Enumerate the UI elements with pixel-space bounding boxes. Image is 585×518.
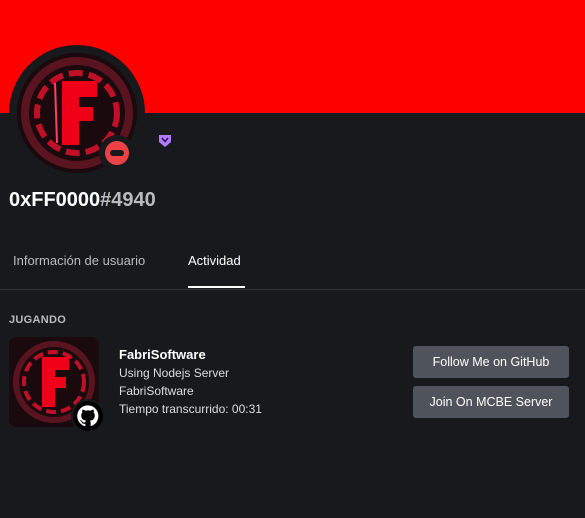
activity-state: FabriSoftware [119, 384, 194, 398]
activity-section-label: JUGANDO [9, 314, 67, 326]
discriminator: #4940 [100, 189, 156, 211]
activity-name: FabriSoftware [119, 347, 206, 362]
activity-info: FabriSoftware Using Nodejs Server FabriS… [119, 346, 262, 418]
activity-elapsed: Tiempo transcurrido: 00:31 [119, 402, 262, 416]
username: 0xFF0000 [9, 189, 101, 211]
active-tab-indicator [188, 286, 245, 288]
tab-activity[interactable]: Actividad [188, 253, 241, 268]
username-row: 0xFF0000#4940 [9, 189, 156, 212]
tab-user-info[interactable]: Información de usuario [13, 253, 145, 268]
activity-details: Using Nodejs Server [119, 366, 230, 380]
follow-github-button[interactable]: Follow Me on GitHub [413, 346, 569, 378]
hypesquad-badge-icon[interactable] [157, 133, 173, 149]
join-server-button[interactable]: Join On MCBE Server [413, 386, 569, 418]
profile-tabs: Información de usuario Actividad [0, 240, 585, 290]
github-icon [73, 401, 103, 431]
status-dnd-icon [105, 141, 129, 165]
